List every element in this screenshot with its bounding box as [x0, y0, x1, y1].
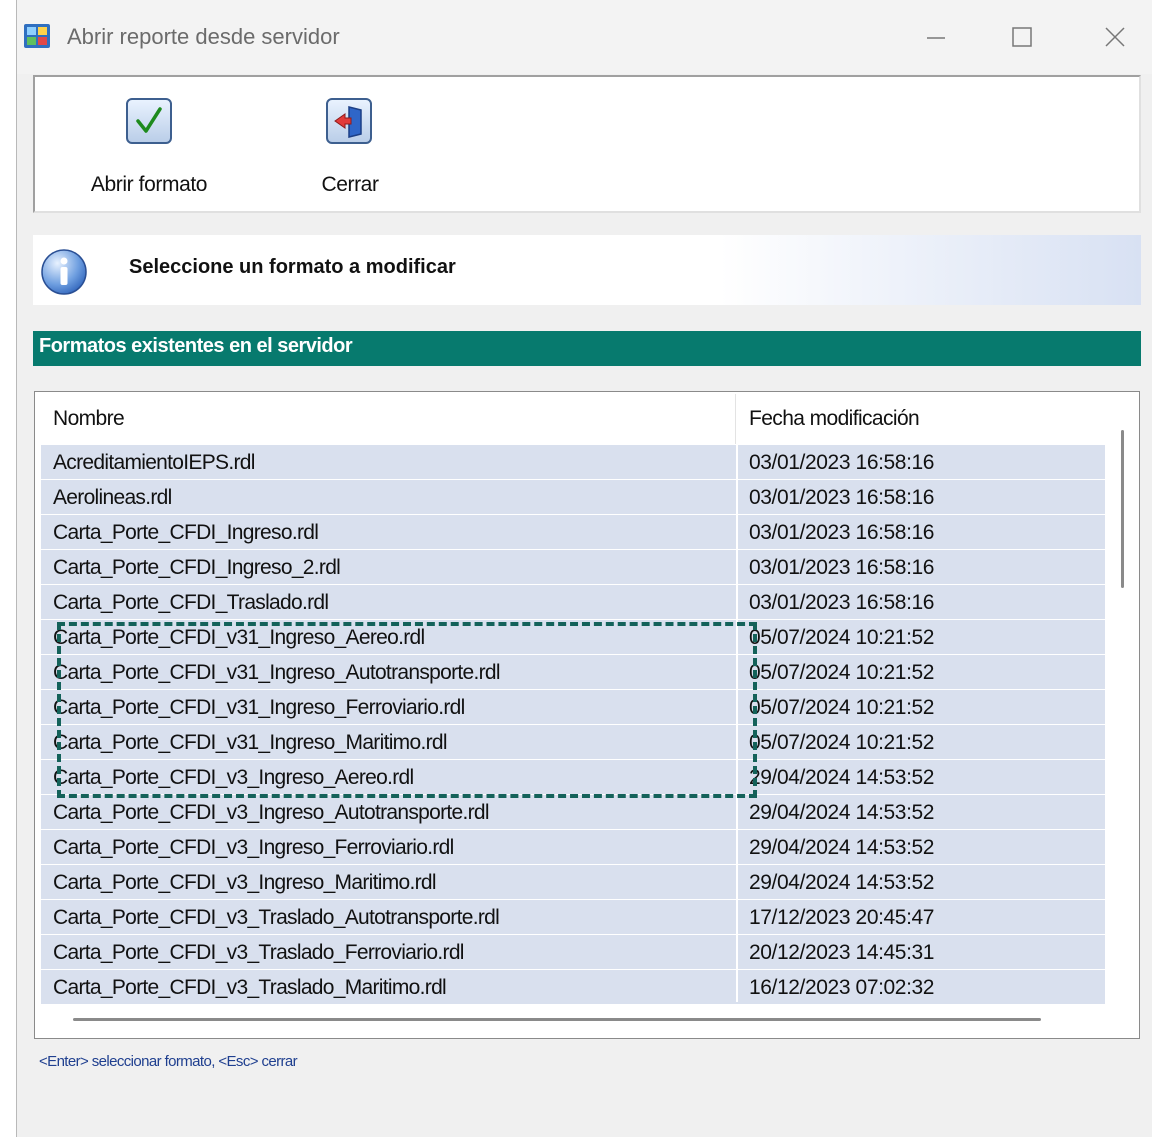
- row-date-cell: 05/07/2024 10:21:52: [749, 731, 935, 754]
- dialog-window: Abrir reporte desde servidor Abrir forma…: [16, 0, 1152, 1137]
- row-name-cell: Carta_Porte_CFDI_v3_Traslado_Ferroviario…: [53, 941, 464, 964]
- row-date-cell: 29/04/2024 14:53:52: [749, 801, 935, 824]
- row-name-cell: Carta_Porte_CFDI_v3_Traslado_Maritimo.rd…: [53, 976, 447, 999]
- row-name-cell: Carta_Porte_CFDI_v31_Ingreso_Aereo.rdl: [53, 626, 425, 649]
- vertical-scrollbar[interactable]: [1121, 430, 1124, 588]
- table-row[interactable]: Carta_Porte_CFDI_v31_Ingreso_Autotranspo…: [41, 655, 1105, 690]
- keyboard-hint: <Enter> seleccionar formato, <Esc> cerra…: [39, 1053, 298, 1070]
- row-name-cell: Carta_Porte_CFDI_Ingreso_2.rdl: [53, 556, 341, 579]
- info-message: Seleccione un formato a modificar: [129, 256, 456, 278]
- row-date-cell: 20/12/2023 14:45:31: [749, 941, 935, 964]
- table-row[interactable]: Carta_Porte_CFDI_v3_Ingreso_Ferroviario.…: [41, 830, 1105, 865]
- window-title: Abrir reporte desde servidor: [67, 24, 340, 49]
- close-icon[interactable]: [1100, 22, 1130, 52]
- row-date-cell: 29/04/2024 14:53:52: [749, 766, 935, 789]
- section-header: Formatos existentes en el servidor: [33, 331, 1141, 366]
- table-row[interactable]: Carta_Porte_CFDI_v3_Ingreso_Aereo.rdl 29/…: [41, 760, 1105, 795]
- row-date-cell: 05/07/2024 10:21:52: [749, 626, 935, 649]
- open-format-button[interactable]: Abrir formato: [79, 77, 219, 211]
- app-icon: [24, 24, 50, 48]
- column-separator: [736, 445, 738, 1002]
- row-date-cell: 03/01/2023 16:58:16: [749, 486, 935, 509]
- open-format-label: Abrir formato: [90, 173, 208, 196]
- row-name-cell: Carta_Porte_CFDI_v31_Ingreso_Maritimo.rd…: [53, 731, 448, 754]
- row-date-cell: 16/12/2023 07:02:32: [749, 976, 935, 999]
- table-row[interactable]: AcreditamientoIEPS.rdl 03/01/2023 16:58:1…: [41, 445, 1105, 480]
- info-icon: [41, 249, 87, 295]
- row-name-cell: Carta_Porte_CFDI_v31_Ingreso_Ferroviario…: [53, 696, 465, 719]
- row-name-cell: Carta_Porte_CFDI_Ingreso.rdl: [53, 521, 319, 544]
- close-button[interactable]: Cerrar: [285, 77, 415, 211]
- close-label: Cerrar: [321, 173, 379, 196]
- table-row[interactable]: Carta_Porte_CFDI_v31_Ingreso_Aereo.rdl 05…: [41, 620, 1105, 655]
- row-date-cell: 03/01/2023 16:58:16: [749, 451, 935, 474]
- table-row[interactable]: Carta_Porte_CFDI_v31_Ingreso_Maritimo.rd…: [41, 725, 1105, 760]
- row-name-cell: Carta_Porte_CFDI_Traslado.rdl: [53, 591, 329, 614]
- row-name-cell: Carta_Porte_CFDI_v3_Ingreso_Ferroviario.…: [53, 836, 454, 859]
- column-header-date[interactable]: Fecha modificación: [737, 394, 1105, 444]
- table-row[interactable]: Carta_Porte_CFDI_v31_Ingreso_Ferroviario…: [41, 690, 1105, 725]
- table-row[interactable]: Carta_Porte_CFDI_v3_Traslado_Maritimo.rd…: [41, 970, 1105, 1005]
- row-name-cell: Carta_Porte_CFDI_v3_Ingreso_Autotranspor…: [53, 801, 490, 824]
- table-row[interactable]: Aerolineas.rdl 03/01/2023 16:58:16: [41, 480, 1105, 515]
- table-row[interactable]: Carta_Porte_CFDI_Traslado.rdl 03/01/2023 …: [41, 585, 1105, 620]
- row-name-cell: AcreditamientoIEPS.rdl: [53, 451, 255, 474]
- row-date-cell: 29/04/2024 14:53:52: [749, 836, 935, 859]
- row-date-cell: 03/01/2023 16:58:16: [749, 521, 935, 544]
- row-name-cell: Carta_Porte_CFDI_v3_Traslado_Autotranspo…: [53, 906, 500, 929]
- row-date-cell: 17/12/2023 20:45:47: [749, 906, 935, 929]
- formats-list[interactable]: Nombre Fecha modificación Acreditamiento…: [34, 391, 1140, 1039]
- row-date-cell: 03/01/2023 16:58:16: [749, 556, 935, 579]
- table-row[interactable]: Carta_Porte_CFDI_Ingreso_2.rdl 03/01/2023…: [41, 550, 1105, 585]
- title-bar[interactable]: Abrir reporte desde servidor: [17, 0, 1152, 74]
- maximize-icon[interactable]: [1007, 22, 1037, 52]
- table-row[interactable]: Carta_Porte_CFDI_Ingreso.rdl 03/01/2023 1…: [41, 515, 1105, 550]
- toolbar: Abrir formato Cerrar: [33, 75, 1141, 213]
- column-header-name[interactable]: Nombre: [41, 394, 736, 444]
- checkmark-icon: [126, 98, 172, 144]
- minimize-icon[interactable]: [921, 22, 951, 52]
- row-name-cell: Carta_Porte_CFDI_v3_Ingreso_Maritimo.rdl: [53, 871, 437, 894]
- list-rows: AcreditamientoIEPS.rdl 03/01/2023 16:58:1…: [41, 445, 1105, 1005]
- row-name-cell: Carta_Porte_CFDI_v31_Ingreso_Autotranspo…: [53, 661, 501, 684]
- list-header: Nombre Fecha modificación: [41, 394, 1105, 444]
- table-row[interactable]: Carta_Porte_CFDI_v3_Ingreso_Maritimo.rdl…: [41, 865, 1105, 900]
- row-date-cell: 05/07/2024 10:21:52: [749, 661, 935, 684]
- row-name-cell: Carta_Porte_CFDI_v3_Ingreso_Aereo.rdl: [53, 766, 414, 789]
- row-date-cell: 03/01/2023 16:58:16: [749, 591, 935, 614]
- horizontal-scrollbar[interactable]: [73, 1018, 1041, 1021]
- row-date-cell: 29/04/2024 14:53:52: [749, 871, 935, 894]
- exit-door-icon: [326, 98, 372, 144]
- table-row[interactable]: Carta_Porte_CFDI_v3_Traslado_Autotranspo…: [41, 900, 1105, 935]
- table-row[interactable]: Carta_Porte_CFDI_v3_Ingreso_Autotranspor…: [41, 795, 1105, 830]
- table-row[interactable]: Carta_Porte_CFDI_v3_Traslado_Ferroviario…: [41, 935, 1105, 970]
- info-bar: Seleccione un formato a modificar: [33, 235, 1141, 305]
- row-name-cell: Aerolineas.rdl: [53, 486, 172, 509]
- row-date-cell: 05/07/2024 10:21:52: [749, 696, 935, 719]
